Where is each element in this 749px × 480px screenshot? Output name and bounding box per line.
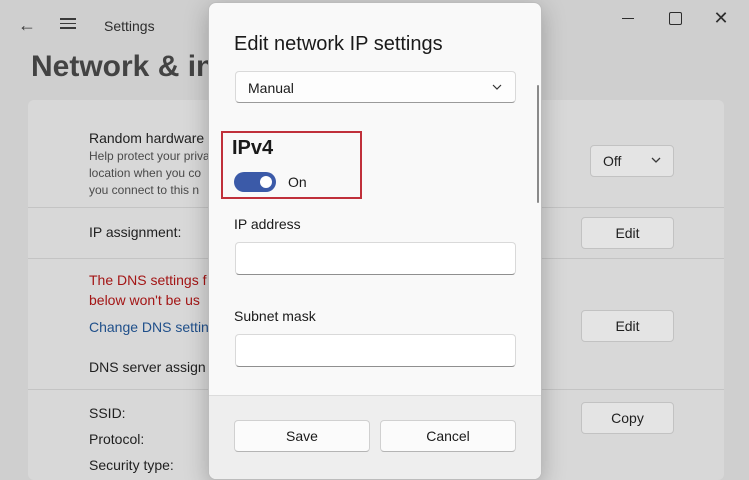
ssid-label: SSID: — [89, 405, 126, 421]
save-button[interactable]: Save — [234, 420, 370, 452]
ip-address-label: IP address — [234, 216, 301, 232]
dialog-scrollbar[interactable] — [537, 85, 539, 203]
random-hardware-label: Random hardware — [89, 130, 205, 146]
random-hardware-description-2: location when you co — [89, 166, 202, 180]
dns-edit-button[interactable]: Edit — [581, 310, 674, 342]
change-dns-link[interactable]: Change DNS settin — [89, 319, 209, 335]
ip-mode-select[interactable]: Manual — [235, 71, 516, 103]
hamburger-menu-icon[interactable] — [58, 15, 78, 33]
security-type-label: Security type: — [89, 457, 174, 473]
dialog-title: Edit network IP settings — [234, 33, 443, 55]
back-arrow-icon[interactable]: ← — [16, 14, 38, 36]
ipv4-toggle[interactable] — [234, 172, 276, 192]
close-icon[interactable]: ✕ — [706, 8, 736, 28]
minimize-icon[interactable] — [614, 8, 644, 28]
ipv4-heading: IPv4 — [232, 137, 274, 159]
dns-server-label: DNS server assign — [89, 359, 206, 375]
copy-button[interactable]: Copy — [581, 402, 674, 434]
page-title: Network & in — [31, 50, 215, 83]
ip-address-input[interactable] — [235, 242, 516, 275]
chevron-down-icon — [651, 157, 661, 163]
dns-warning-line-1: The DNS settings f — [89, 272, 207, 288]
protocol-label: Protocol: — [89, 431, 145, 447]
random-hardware-dropdown-value: Off — [603, 153, 622, 169]
subnet-mask-input[interactable] — [235, 334, 516, 367]
ipv4-toggle-state: On — [288, 174, 307, 190]
ip-assignment-edit-button[interactable]: Edit — [581, 217, 674, 249]
subnet-mask-label: Subnet mask — [234, 308, 316, 324]
random-hardware-dropdown[interactable]: Off — [590, 145, 674, 177]
random-hardware-description-3: you connect to this n — [89, 183, 200, 197]
ip-mode-select-value: Manual — [248, 80, 294, 96]
dialog-footer: Save Cancel — [209, 395, 541, 479]
dns-warning-line-2: below won't be us — [89, 292, 200, 308]
window-title: Settings — [104, 18, 155, 34]
cancel-button[interactable]: Cancel — [380, 420, 516, 452]
chevron-down-icon — [492, 84, 502, 90]
edit-ip-settings-dialog: Edit network IP settings Manual IPv4 On … — [208, 2, 542, 480]
maximize-icon[interactable] — [660, 8, 690, 28]
random-hardware-description-1: Help protect your privacy — [89, 149, 222, 163]
ip-assignment-label: IP assignment: — [89, 224, 182, 240]
